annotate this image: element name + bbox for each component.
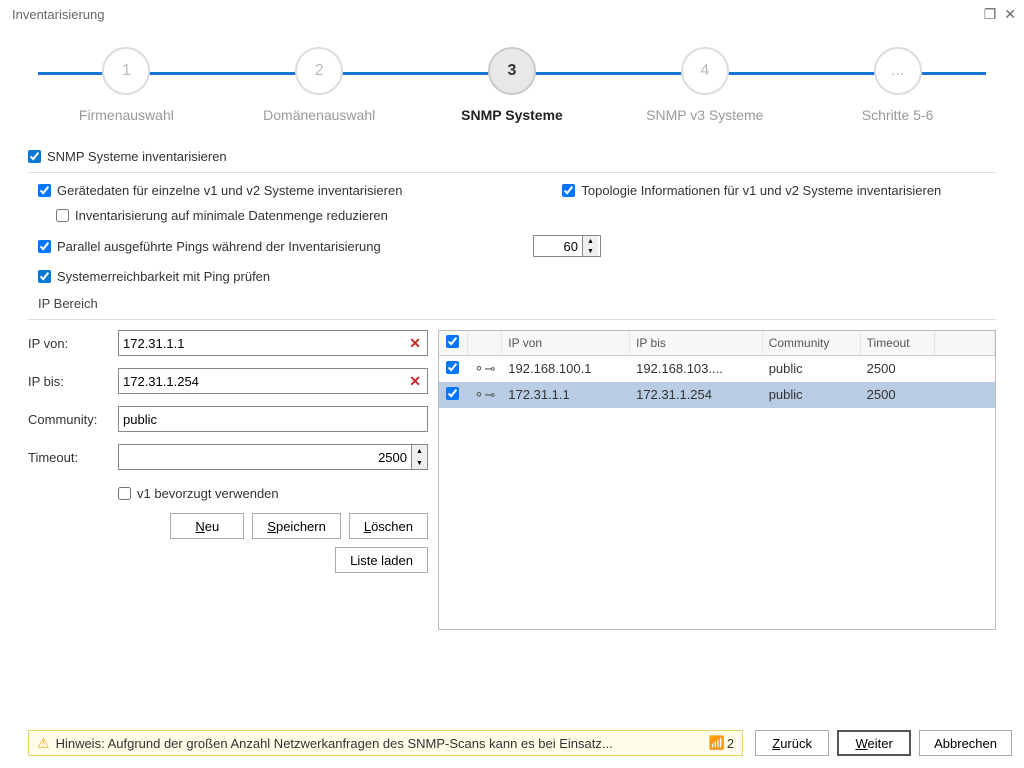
step-circle: 4 <box>681 47 729 95</box>
step-label: SNMP Systeme <box>461 107 563 123</box>
chk-minimal[interactable] <box>56 209 69 222</box>
label-ip-from: IP von: <box>28 336 118 351</box>
delete-button[interactable]: Löschen <box>349 513 428 539</box>
cell-timeout: 2500 <box>860 382 934 408</box>
wizard-step[interactable]: 3 SNMP Systeme <box>416 47 609 123</box>
divider <box>28 172 996 173</box>
cell-timeout: 2500 <box>860 356 934 382</box>
new-button[interactable]: Neu <box>170 513 244 539</box>
chk-v1pref-label: v1 bevorzugt verwenden <box>137 486 279 501</box>
step-circle: 1 <box>102 47 150 95</box>
cell-community: public <box>762 356 860 382</box>
wizard-step[interactable]: 4 SNMP v3 Systeme <box>608 47 801 123</box>
clear-ip-from-icon[interactable]: ✕ <box>407 335 423 352</box>
th-ipfrom[interactable]: IP von <box>502 331 630 356</box>
cell-ipto: 192.168.103.... <box>630 356 763 382</box>
loadlist-button[interactable]: Liste laden <box>335 547 428 573</box>
back-button[interactable]: Zurück <box>755 730 829 756</box>
network-icon: ⚬⊸ <box>474 387 496 402</box>
th-timeout[interactable]: Timeout <box>860 331 934 356</box>
chk-pingcheck-label: Systemerreichbarkeit mit Ping prüfen <box>57 269 270 284</box>
timeout-spinner[interactable]: ▲ ▼ <box>118 444 428 470</box>
ip-to-input[interactable] <box>123 374 407 389</box>
label-timeout: Timeout: <box>28 450 118 465</box>
step-label: Domänenauswahl <box>263 107 375 123</box>
clear-ip-to-icon[interactable]: ✕ <box>407 373 423 390</box>
parallel-pings-spinner[interactable]: ▲ ▼ <box>533 235 601 257</box>
wizard-step[interactable]: ... Schritte 5-6 <box>801 47 994 123</box>
save-button[interactable]: Speichern <box>252 513 341 539</box>
chk-devicedata-label: Gerätedaten für einzelne v1 und v2 Syste… <box>57 183 402 198</box>
step-circle: ... <box>874 47 922 95</box>
community-input[interactable] <box>123 412 423 427</box>
table-header-row: IP von IP bis Community Timeout <box>439 331 995 356</box>
table-row[interactable]: ⚬⊸ 172.31.1.1 172.31.1.254 public 2500 <box>439 382 995 408</box>
cell-ipfrom: 172.31.1.1 <box>502 382 630 408</box>
community-field[interactable] <box>118 406 428 432</box>
th-ipto[interactable]: IP bis <box>630 331 763 356</box>
hint-bar[interactable]: ⚠ Hinweis: Aufgrund der großen Anzahl Ne… <box>28 730 743 756</box>
maximize-icon[interactable]: ❐ <box>984 6 997 23</box>
ip-range-heading: IP Bereich <box>38 296 996 311</box>
ip-to-field[interactable]: ✕ <box>118 368 428 394</box>
chk-minimal-label: Inventarisierung auf minimale Datenmenge… <box>75 208 388 223</box>
chk-pingcheck[interactable] <box>38 270 51 283</box>
divider-2 <box>28 319 996 320</box>
step-label: SNMP v3 Systeme <box>646 107 763 123</box>
chk-topology[interactable] <box>562 184 575 197</box>
cell-community: public <box>762 382 860 408</box>
row-checkbox[interactable] <box>446 387 459 400</box>
hint-text: Hinweis: Aufgrund der großen Anzahl Netz… <box>56 736 703 751</box>
chart-icon: 📶 <box>709 735 725 751</box>
window-title: Inventarisierung <box>12 7 105 22</box>
timeout-up-icon[interactable]: ▲ <box>412 445 427 457</box>
wizard-step[interactable]: 2 Domänenauswahl <box>223 47 416 123</box>
label-ip-to: IP bis: <box>28 374 118 389</box>
chk-inventory[interactable] <box>28 150 41 163</box>
ip-from-input[interactable] <box>123 336 407 351</box>
cell-ipfrom: 192.168.100.1 <box>502 356 630 382</box>
spin-up-icon[interactable]: ▲ <box>583 236 598 246</box>
chk-devicedata[interactable] <box>38 184 51 197</box>
close-icon[interactable]: ✕ <box>1004 6 1016 23</box>
cell-ipto: 172.31.1.254 <box>630 382 763 408</box>
wizard-step[interactable]: 1 Firmenauswahl <box>30 47 223 123</box>
chk-inventory-label: SNMP Systeme inventarisieren <box>47 149 227 164</box>
network-icon: ⚬⊸ <box>474 361 496 376</box>
ip-from-field[interactable]: ✕ <box>118 330 428 356</box>
ip-range-table: IP von IP bis Community Timeout ⚬⊸ 192.1… <box>438 330 996 630</box>
th-community[interactable]: Community <box>762 331 860 356</box>
titlebar: Inventarisierung ❐ ✕ <box>0 0 1024 27</box>
step-label: Schritte 5-6 <box>862 107 934 123</box>
step-circle: 3 <box>488 47 536 95</box>
cancel-button[interactable]: Abbrechen <box>919 730 1012 756</box>
warning-icon: ⚠ <box>37 735 50 752</box>
parallel-pings-input[interactable] <box>534 236 582 256</box>
chk-topology-label: Topologie Informationen für v1 und v2 Sy… <box>581 183 941 198</box>
table-row[interactable]: ⚬⊸ 192.168.100.1 192.168.103.... public … <box>439 356 995 382</box>
spin-down-icon[interactable]: ▼ <box>583 246 598 256</box>
chk-parallel[interactable] <box>38 240 51 253</box>
chk-parallel-label: Parallel ausgeführte Pings während der I… <box>57 239 527 254</box>
label-community: Community: <box>28 412 118 427</box>
timeout-down-icon[interactable]: ▼ <box>412 457 427 469</box>
table-checkall[interactable] <box>446 335 459 348</box>
next-button[interactable]: Weiter <box>837 730 911 756</box>
step-label: Firmenauswahl <box>79 107 174 123</box>
hint-count: 📶 2 <box>709 735 734 751</box>
chk-inventory-row: SNMP Systeme inventarisieren <box>28 149 996 164</box>
chk-v1pref[interactable] <box>118 487 131 500</box>
row-checkbox[interactable] <box>446 361 459 374</box>
wizard-stepper: 1 Firmenauswahl2 Domänenauswahl3 SNMP Sy… <box>0 27 1024 133</box>
timeout-input[interactable] <box>119 445 411 469</box>
step-circle: 2 <box>295 47 343 95</box>
